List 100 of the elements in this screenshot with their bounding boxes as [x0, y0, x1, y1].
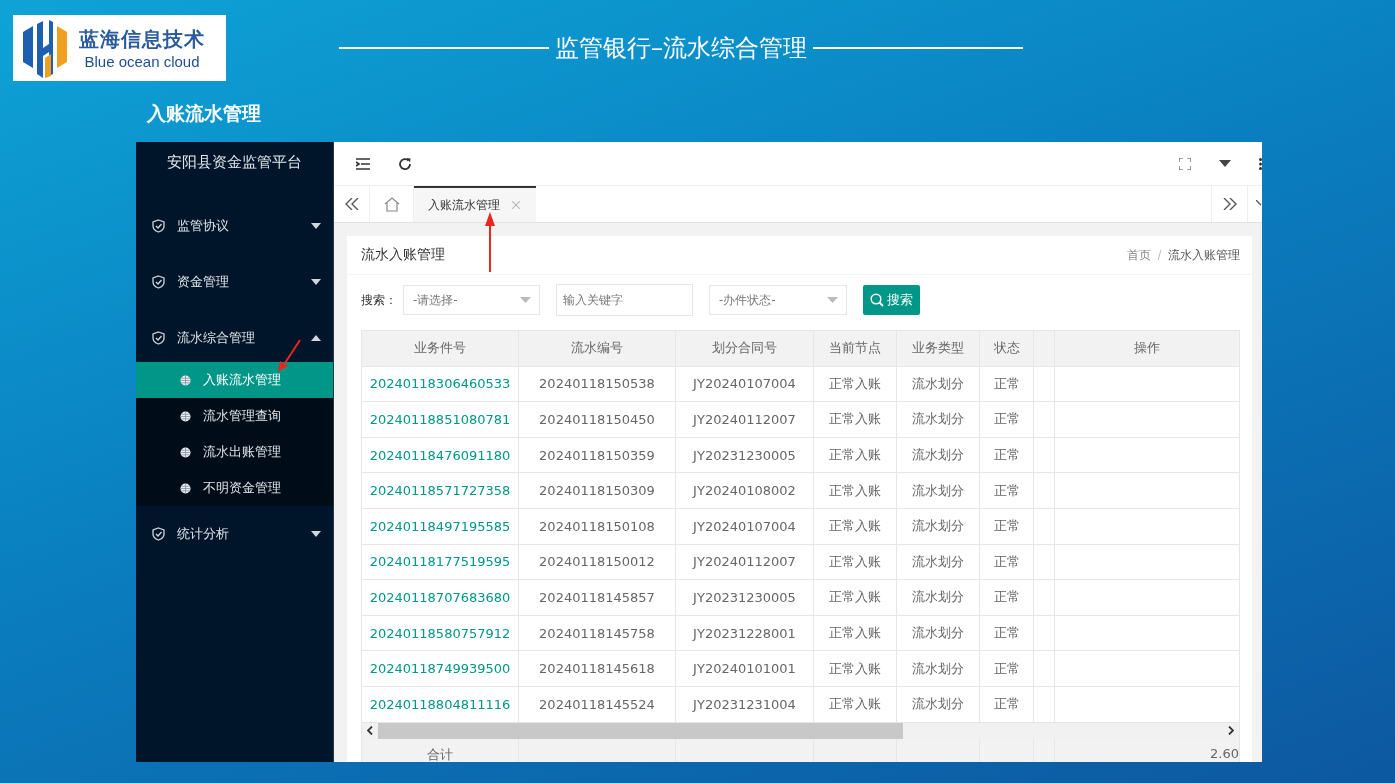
column-header: 状态	[980, 331, 1034, 366]
total-label: 合计	[362, 738, 519, 762]
table-cell: 20240118150309	[519, 473, 676, 508]
column-header: 操作	[1133, 339, 1161, 358]
status-select[interactable]: -办件状态-	[709, 285, 847, 315]
table-cell: JY20240101001	[676, 651, 814, 686]
table-cell: 流水划分	[897, 508, 980, 544]
fullscreen-icon[interactable]	[1179, 157, 1191, 170]
case-number-link[interactable]: 20240118476091180	[362, 437, 519, 473]
column-header: 业务件号	[362, 331, 519, 366]
table-cell: 流水划分	[897, 615, 980, 651]
table-cell: 流水划分	[897, 473, 980, 508]
table-cell: 流水划分	[897, 366, 980, 402]
table-cell: 正常入账	[814, 473, 897, 508]
column-header: 划分合同号	[676, 331, 814, 366]
case-number-link[interactable]: 20240118497195585	[362, 508, 519, 544]
table-cell: 正常	[980, 366, 1034, 402]
table-cell: 流水划分	[897, 437, 980, 473]
double-chevron-right-icon	[1222, 198, 1237, 210]
table-cell: 正常入账	[814, 508, 897, 544]
table-cell: 正常	[980, 473, 1034, 508]
table-cell: JY20231230005	[676, 437, 814, 473]
table-cell: 正常	[980, 402, 1034, 437]
table-cell: 正常入账	[814, 580, 897, 615]
table-cell: 正常	[980, 508, 1034, 544]
platform-name: 安阳县资金监管平台	[166, 152, 303, 173]
chevron-left-icon[interactable]	[367, 726, 373, 736]
table-cell: 正常入账	[814, 651, 897, 686]
caret-icon	[311, 223, 321, 229]
table-cell: 正常入账	[814, 615, 897, 651]
chevron-icon	[1256, 200, 1262, 208]
search-button[interactable]: 搜索	[863, 285, 920, 315]
caret-icon	[311, 335, 321, 341]
caret-icon	[827, 297, 838, 303]
submenu-item[interactable]: 入账流水管理	[136, 362, 333, 398]
shield-icon	[152, 275, 165, 289]
shield-icon	[152, 219, 165, 233]
case-number-link[interactable]: 20240118177519595	[362, 544, 519, 580]
table-cell: JY20231228001	[676, 615, 814, 651]
table-cell: 20240118145758	[519, 615, 676, 651]
table-cell: 正常	[980, 686, 1034, 722]
annotation-arrow	[277, 339, 301, 373]
company-name: 蓝海信息技术	[79, 26, 205, 53]
case-number-link[interactable]: 20240118749939500	[362, 651, 519, 686]
menu-item[interactable]: 统计分析	[136, 506, 333, 562]
table-cell: JY20240107004	[676, 366, 814, 402]
caret-icon	[311, 531, 321, 537]
table-cell: JY20240108002	[676, 473, 814, 508]
search-icon	[870, 293, 884, 307]
case-number-link[interactable]: 20240118580757912	[362, 615, 519, 651]
submenu-item[interactable]: 流水出账管理	[136, 434, 333, 470]
globe-icon	[180, 482, 191, 494]
home-icon	[383, 196, 400, 212]
table-cell: 流水划分	[897, 580, 980, 615]
table-cell: 20240118145524	[519, 686, 676, 722]
double-chevron-left-icon	[344, 198, 359, 210]
table-cell: 正常入账	[814, 366, 897, 402]
menu-item[interactable]: 资金管理	[136, 254, 333, 310]
caret-icon	[311, 279, 321, 285]
shield-icon	[152, 527, 165, 541]
total-amount: 2.60	[1209, 744, 1239, 762]
column-header: 流水编号	[519, 331, 676, 366]
column-header: 业务类型	[897, 331, 980, 366]
table-cell: 正常入账	[814, 437, 897, 473]
case-number-link[interactable]: 20240118851080781	[362, 402, 519, 437]
breadcrumb-item[interactable]: 首页	[1127, 246, 1151, 264]
type-select[interactable]: -请选择-	[403, 285, 540, 315]
case-number-link[interactable]: 20240118804811116	[362, 686, 519, 722]
column-header: 当前节点	[814, 331, 897, 366]
breadcrumb-item: 流水入账管理	[1168, 246, 1240, 264]
table-cell: 正常	[980, 580, 1034, 615]
table-cell: JY20240112007	[676, 544, 814, 580]
refresh-icon[interactable]	[398, 156, 412, 171]
submenu-item[interactable]: 不明资金管理	[136, 470, 333, 506]
table-cell: 正常	[980, 615, 1034, 651]
table-cell: 流水划分	[897, 544, 980, 580]
dropdown-caret-icon[interactable]	[1219, 160, 1231, 167]
table-cell: 20240118150538	[519, 366, 676, 402]
slide-subtitle: 入账流水管理	[147, 101, 262, 126]
company-tagline: Blue ocean cloud	[84, 53, 200, 70]
chevron-right-icon[interactable]	[1228, 726, 1234, 736]
menu-item[interactable]: 监管协议	[136, 198, 333, 254]
case-number-link[interactable]: 20240118707683680	[362, 580, 519, 615]
globe-icon	[180, 374, 191, 386]
case-number-link[interactable]: 20240118571727358	[362, 473, 519, 508]
table-cell: 正常入账	[814, 686, 897, 722]
case-number-link[interactable]: 20240118306460533	[362, 366, 519, 402]
table-cell: 20240118150108	[519, 508, 676, 544]
menu-icon[interactable]	[356, 157, 370, 170]
keyword-field[interactable]: 输入关键字	[556, 284, 693, 316]
submenu-item[interactable]: 流水管理查询	[136, 398, 333, 434]
page-tab[interactable]: 入账流水管理	[414, 186, 536, 222]
more-icon[interactable]	[1259, 157, 1262, 170]
globe-icon	[180, 446, 191, 458]
annotation-arrow	[484, 212, 496, 272]
table-cell: JY20240107004	[676, 508, 814, 544]
shield-icon	[152, 331, 165, 345]
table-cell: 正常入账	[814, 544, 897, 580]
caret-icon	[520, 297, 531, 303]
table-cell: 20240118150012	[519, 544, 676, 580]
